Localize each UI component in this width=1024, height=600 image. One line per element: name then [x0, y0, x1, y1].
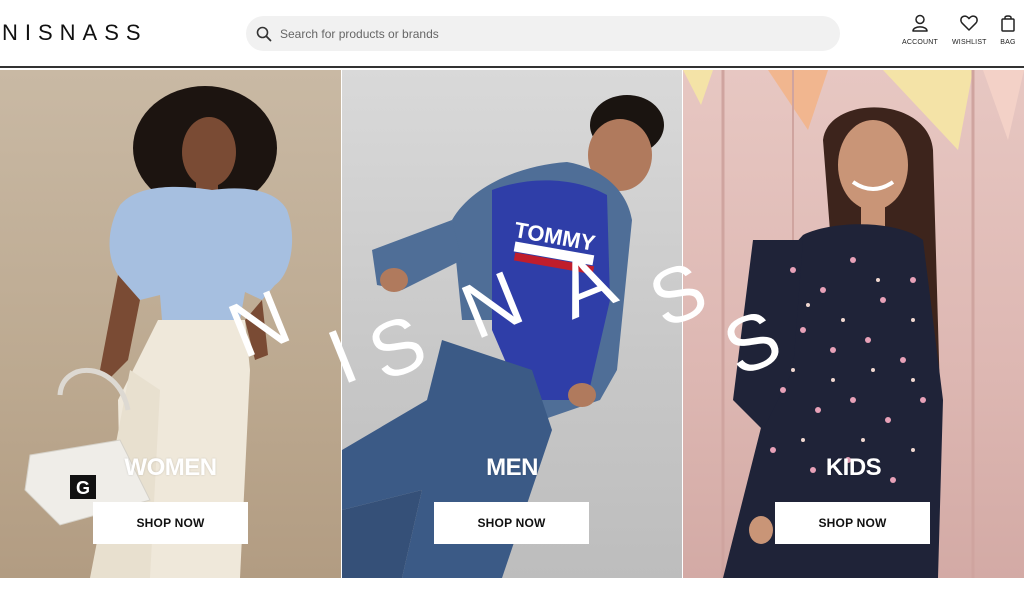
women-category-label: WOMEN: [124, 454, 217, 481]
user-icon: [912, 14, 928, 32]
kids-panel[interactable]: KIDS SHOP NOW: [683, 70, 1024, 578]
wishlist-label: WISHLIST: [952, 39, 987, 46]
hero-banner: G WOMEN SHOP NOW TOMMY MEN SHOP NOW KIDS…: [0, 70, 1024, 578]
bag-label: BAG: [1000, 39, 1016, 46]
site-header: NISNASS ACCOUNT WISHLIST BAG: [0, 0, 1024, 68]
bag-icon: [1001, 15, 1015, 32]
men-panel[interactable]: TOMMY MEN SHOP NOW: [342, 70, 682, 578]
men-shop-now-button[interactable]: SHOP NOW: [434, 502, 589, 544]
search-bar[interactable]: [246, 16, 840, 51]
wishlist-button[interactable]: WISHLIST: [952, 13, 987, 46]
account-button[interactable]: ACCOUNT: [902, 13, 938, 46]
account-label: ACCOUNT: [902, 39, 939, 46]
kids-category-label: KIDS: [825, 454, 882, 481]
brand-logo[interactable]: NISNASS: [2, 20, 148, 46]
kids-shop-now-button[interactable]: SHOP NOW: [775, 502, 930, 544]
men-category-label: MEN: [486, 454, 538, 481]
heart-icon: [960, 15, 979, 31]
women-panel[interactable]: G WOMEN SHOP NOW: [0, 70, 341, 578]
search-icon[interactable]: [256, 26, 272, 42]
bag-button[interactable]: BAG: [998, 13, 1018, 46]
women-shop-now-button[interactable]: SHOP NOW: [93, 502, 248, 544]
search-input[interactable]: [280, 26, 820, 41]
